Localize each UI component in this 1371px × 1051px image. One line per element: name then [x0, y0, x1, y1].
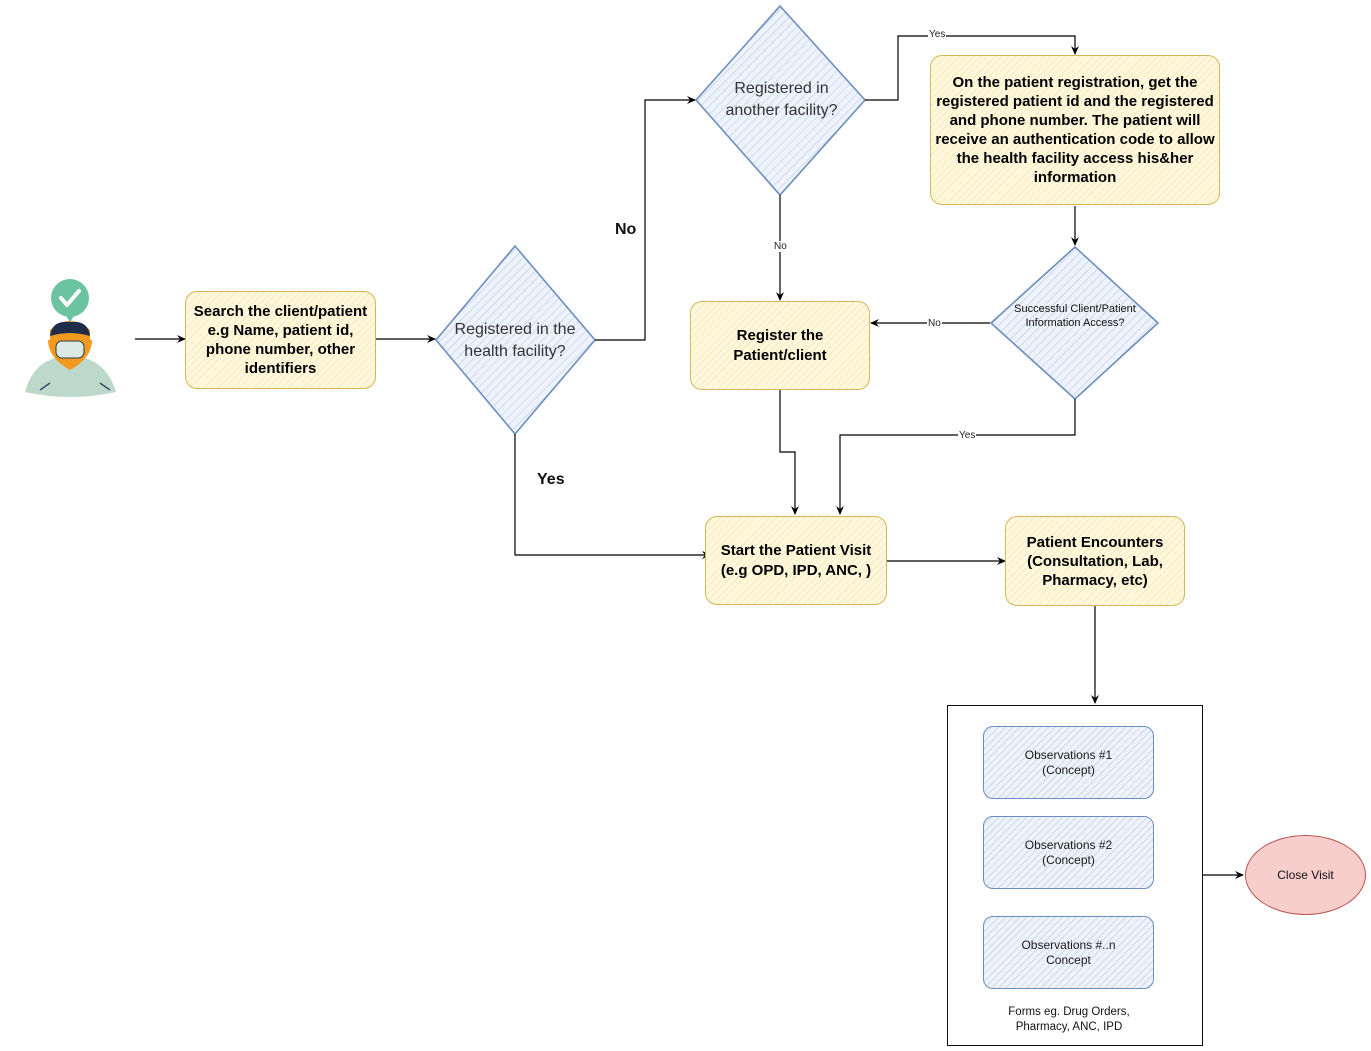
- get-registration-node: On the patient registration, get the reg…: [930, 55, 1220, 205]
- decision-registered-other-label: Registered in another facility?: [725, 80, 838, 119]
- patient-encounters-label: Patient Encounters (Consultation, Lab, P…: [1026, 533, 1164, 589]
- observation-n-node: Observations #..n Concept: [983, 916, 1154, 989]
- forms-label-text: Forms eg. Drug Orders, Pharmacy, ANC, IP…: [1008, 1006, 1130, 1033]
- observation-1-node: Observations #1 (Concept): [983, 726, 1154, 799]
- observation-2-label: Observations #2 (Concept): [1024, 837, 1113, 867]
- edge-label-yes-access: Yes: [958, 430, 977, 441]
- register-patient-node: Register the Patient/client: [690, 301, 870, 390]
- search-patient-label: Search the client/patient e.g Name, pati…: [193, 303, 368, 377]
- edge-yes-main: [514, 434, 711, 559]
- edge-label-yes-other: Yes: [928, 29, 947, 40]
- health-worker-with-mask-icon: [25, 279, 116, 397]
- forms-label: Forms eg. Drug Orders, Pharmacy, ANC, IP…: [988, 1005, 1150, 1035]
- edge-label-no-access: No: [927, 318, 942, 329]
- close-visit-node: Close Visit: [1245, 835, 1366, 915]
- close-visit-label: Close Visit: [1277, 868, 1334, 882]
- edge-yes-access: [836, 399, 1076, 515]
- start-visit-label: Start the Patient Visit (e.g OPD, IPD, A…: [720, 541, 872, 579]
- edge-label-yes-main: Yes: [537, 471, 565, 488]
- patient-encounters-node: Patient Encounters (Consultation, Lab, P…: [1005, 516, 1185, 606]
- get-registration-label: On the patient registration, get the reg…: [935, 74, 1215, 186]
- observation-1-label: Observations #1 (Concept): [1024, 747, 1113, 777]
- edge-label-no-other: No: [773, 241, 788, 252]
- edge-label-no-main: No: [615, 221, 637, 238]
- observation-2-node: Observations #2 (Concept): [983, 816, 1154, 889]
- decision-registered-here-label: Registered in the health facility?: [454, 321, 576, 360]
- edge-register-to-visit: [779, 390, 799, 515]
- search-patient-node: Search the client/patient e.g Name, pati…: [185, 291, 376, 389]
- decision-access-success-label: Successful Client/Patient Information Ac…: [1014, 303, 1136, 329]
- observation-n-label: Observations #..n Concept: [1021, 937, 1116, 967]
- register-patient-label: Register the Patient/client: [733, 326, 827, 364]
- forms-container: Observations #1 (Concept) Observations #…: [947, 705, 1203, 1046]
- edge-no-main: [595, 96, 696, 341]
- start-visit-node: Start the Patient Visit (e.g OPD, IPD, A…: [705, 516, 887, 605]
